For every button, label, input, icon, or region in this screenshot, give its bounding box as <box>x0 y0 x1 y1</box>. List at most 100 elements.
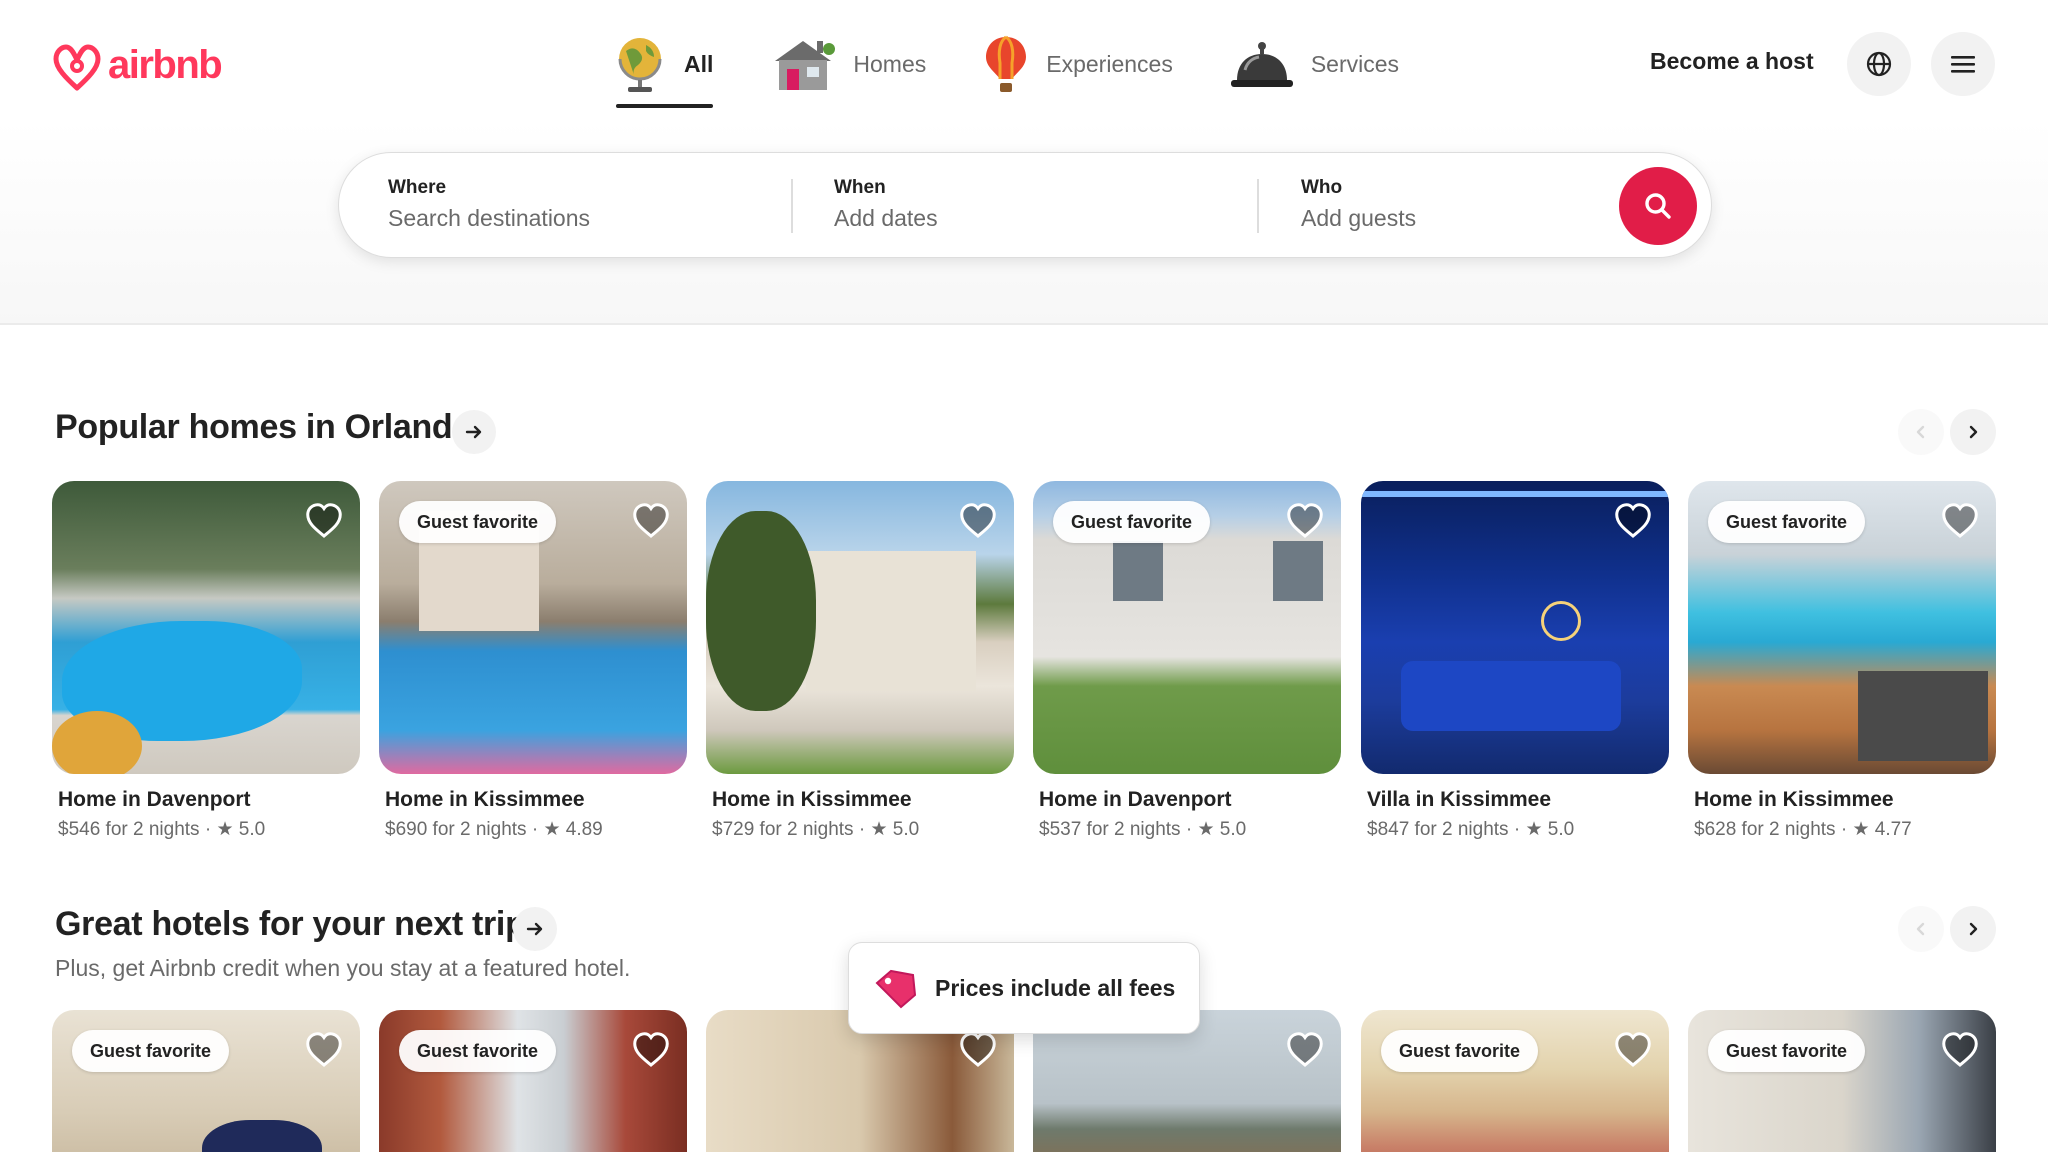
meta-separator: · <box>199 819 217 840</box>
tab-services-label: Services <box>1310 50 1400 77</box>
who-placeholder: Add guests <box>1301 205 1417 231</box>
listing-rating: ★ 5.0 <box>1525 819 1575 840</box>
tab-homes-label: Homes <box>853 50 927 77</box>
listing-card[interactable]: Guest favorite Home in Kissimmee $690 fo… <box>379 481 687 841</box>
search-divider <box>791 179 793 233</box>
listing-photo[interactable]: Guest favorite <box>1033 481 1341 774</box>
chevron-left-icon <box>1916 425 1925 439</box>
tab-homes[interactable]: Homes <box>769 28 926 100</box>
hamburger-menu-icon <box>1951 56 1975 73</box>
hotel-photo[interactable]: Guest favorite <box>52 1010 360 1152</box>
main-menu-button[interactable] <box>1931 32 1995 96</box>
listing-price: $690 for 2 nights <box>385 819 527 840</box>
airbnb-logo[interactable]: airbnb <box>52 38 223 92</box>
wishlist-heart-icon[interactable] <box>958 1030 998 1070</box>
listing-title: Home in Kissimmee <box>1694 788 1894 811</box>
search-bar: Where Search destinations When Add dates… <box>338 152 1712 258</box>
category-tabs: All Homes Experiences Services <box>612 28 1399 112</box>
hotel-photo[interactable]: Guest favorite <box>1361 1010 1669 1152</box>
listing-rating: ★ 4.89 <box>543 819 603 840</box>
listing-title: Home in Davenport <box>1039 788 1232 811</box>
tab-experiences[interactable]: Experiences <box>982 28 1173 100</box>
see-all-popular-homes-button[interactable] <box>452 410 496 454</box>
listing-meta: $847 for 2 nights · ★ 5.0 <box>1367 818 1669 841</box>
hotel-card[interactable]: Guest favorite <box>1361 1010 1669 1152</box>
tab-services[interactable]: Services <box>1229 28 1399 100</box>
where-placeholder: Search destinations <box>388 205 591 231</box>
wishlist-heart-icon[interactable] <box>304 501 344 541</box>
listing-photo[interactable] <box>1361 481 1669 774</box>
wishlist-heart-icon[interactable] <box>631 501 671 541</box>
tab-all[interactable]: All <box>612 28 714 108</box>
guest-favorite-badge: Guest favorite <box>399 1030 557 1072</box>
listing-rating: ★ 4.77 <box>1852 819 1912 840</box>
become-a-host-link[interactable]: Become a host <box>1650 48 1814 75</box>
listing-title: Home in Kissimmee <box>712 788 912 811</box>
who-field[interactable]: Who Add guests <box>1301 177 1581 232</box>
chevron-right-icon <box>1969 922 1978 936</box>
listing-price: $546 for 2 nights <box>58 819 200 840</box>
hotel-photo[interactable]: Guest favorite <box>1688 1010 1996 1152</box>
where-label: Where <box>388 177 447 198</box>
listing-card[interactable]: Home in Davenport $546 for 2 nights · ★ … <box>52 481 360 841</box>
section-title-great-hotels[interactable]: Great hotels for your next trip <box>55 905 526 944</box>
prices-include-fees-toast[interactable]: Prices include all fees <box>848 942 1200 1034</box>
section-subtitle-great-hotels: Plus, get Airbnb credit when you stay at… <box>55 955 631 981</box>
wishlist-heart-icon[interactable] <box>958 501 998 541</box>
airbnb-logo-icon <box>53 44 101 91</box>
listing-rating: ★ 5.0 <box>870 819 920 840</box>
listing-title: Home in Davenport <box>58 788 251 811</box>
hotel-card[interactable]: Guest favorite <box>52 1010 360 1152</box>
listing-card[interactable]: Guest favorite Home in Kissimmee $628 fo… <box>1688 481 1996 841</box>
where-field[interactable]: Where Search destinations <box>388 177 788 232</box>
guest-favorite-badge: Guest favorite <box>1053 501 1211 543</box>
section-title-popular-homes[interactable]: Popular homes in Orlando <box>55 408 473 447</box>
when-placeholder: Add dates <box>834 205 938 231</box>
hotel-card[interactable]: Guest favorite <box>1688 1010 1996 1152</box>
wishlist-heart-icon[interactable] <box>1285 1030 1325 1070</box>
search-button[interactable] <box>1619 167 1697 245</box>
wishlist-heart-icon[interactable] <box>1613 501 1653 541</box>
meta-separator: · <box>853 819 871 840</box>
guest-favorite-badge: Guest favorite <box>1708 1030 1866 1072</box>
who-label: Who <box>1301 177 1343 198</box>
listing-card[interactable]: Home in Kissimmee $729 for 2 nights · ★ … <box>706 481 1014 841</box>
hotel-photo[interactable]: Guest favorite <box>379 1010 687 1152</box>
when-label: When <box>834 177 886 198</box>
wishlist-heart-icon[interactable] <box>304 1030 344 1070</box>
carousel-next-button[interactable] <box>1950 409 1996 455</box>
service-bell-icon <box>1230 42 1293 87</box>
listing-card[interactable]: Guest favorite Home in Davenport $537 fo… <box>1033 481 1341 841</box>
meta-separator: · <box>526 819 544 840</box>
wishlist-heart-icon[interactable] <box>1613 1030 1653 1070</box>
carousel-prev-button[interactable] <box>1898 906 1944 952</box>
carousel-next-button[interactable] <box>1950 906 1996 952</box>
chevron-left-icon <box>1916 922 1925 936</box>
hot-air-balloon-icon <box>986 35 1027 92</box>
listing-photo[interactable] <box>52 481 360 774</box>
listing-photo[interactable]: Guest favorite <box>379 481 687 774</box>
listing-card[interactable]: Villa in Kissimmee $847 for 2 nights · ★… <box>1361 481 1669 841</box>
see-all-hotels-button[interactable] <box>513 907 557 951</box>
top-header: airbnb All Homes Experiences Services Be… <box>0 0 2048 325</box>
listing-rating: ★ 5.0 <box>216 819 266 840</box>
price-tag-icon <box>875 969 917 1009</box>
listing-price: $537 for 2 nights <box>1039 819 1181 840</box>
listing-meta: $729 for 2 nights · ★ 5.0 <box>712 818 1014 841</box>
wishlist-heart-icon[interactable] <box>1940 501 1980 541</box>
hotel-card[interactable]: Guest favorite <box>379 1010 687 1152</box>
listing-title: Home in Kissimmee <box>385 788 585 811</box>
language-button[interactable] <box>1847 32 1911 96</box>
airbnb-wordmark: airbnb <box>108 42 223 87</box>
listing-photo[interactable]: Guest favorite <box>1688 481 1996 774</box>
listing-photo[interactable] <box>706 481 1014 774</box>
wishlist-heart-icon[interactable] <box>1285 501 1325 541</box>
when-field[interactable]: When Add dates <box>834 177 1234 232</box>
house-icon <box>775 41 836 90</box>
arrow-right-icon <box>526 922 543 936</box>
carousel-prev-button[interactable] <box>1898 409 1944 455</box>
wishlist-heart-icon[interactable] <box>1940 1030 1980 1070</box>
wishlist-heart-icon[interactable] <box>631 1030 671 1070</box>
tab-all-label: All <box>684 50 714 77</box>
listing-meta: $546 for 2 nights · ★ 5.0 <box>58 818 360 841</box>
